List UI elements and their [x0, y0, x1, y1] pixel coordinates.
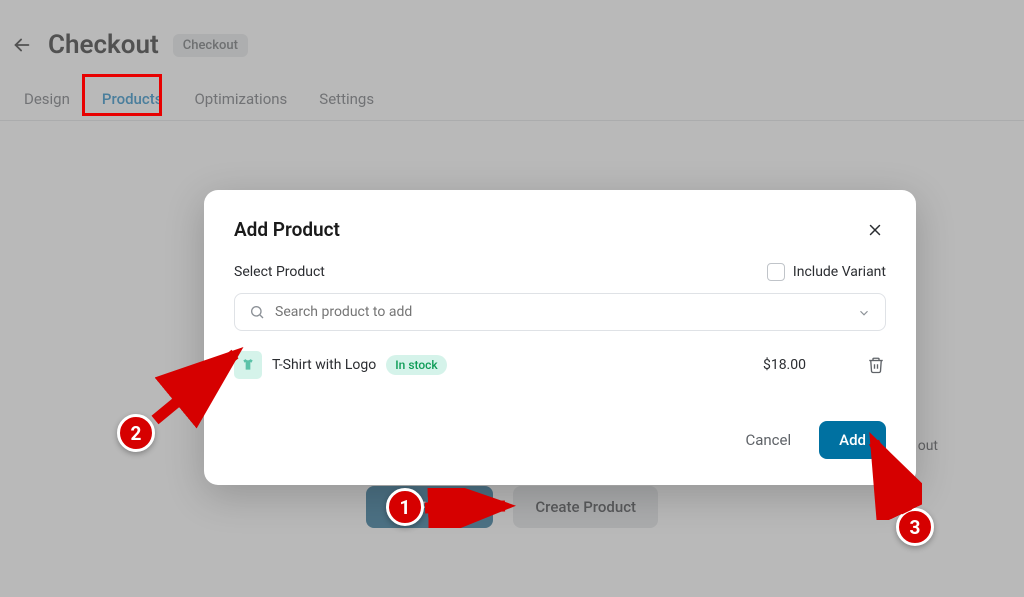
annotation-arrow-3	[852, 430, 922, 520]
select-product-row: Select Product Include Variant	[234, 263, 886, 281]
chevron-down-icon[interactable]	[857, 305, 871, 319]
search-product-input[interactable]	[275, 304, 857, 320]
stock-status-badge: In stock	[386, 355, 446, 375]
product-row: T-Shirt with Logo In stock $18.00	[234, 345, 886, 385]
include-variant-wrapper[interactable]: Include Variant	[767, 263, 886, 281]
annotation-arrow-1	[420, 488, 520, 528]
select-product-label: Select Product	[234, 264, 325, 280]
product-price: $18.00	[763, 357, 806, 373]
modal-title: Add Product	[234, 218, 340, 241]
modal-footer: Cancel Add	[234, 421, 886, 459]
search-product-input-wrapper[interactable]	[234, 293, 886, 331]
close-icon[interactable]	[864, 219, 886, 241]
cancel-button[interactable]: Cancel	[739, 421, 797, 459]
modal-header: Add Product	[234, 218, 886, 241]
annotation-circle-1: 1	[386, 488, 424, 526]
add-product-modal: Add Product Select Product Include Varia…	[204, 190, 916, 485]
annotation-arrow-2	[145, 340, 255, 430]
search-icon	[249, 304, 265, 320]
include-variant-label: Include Variant	[793, 264, 886, 280]
trash-icon[interactable]	[866, 355, 886, 375]
include-variant-checkbox[interactable]	[767, 263, 785, 281]
product-name: T-Shirt with Logo	[272, 357, 376, 373]
